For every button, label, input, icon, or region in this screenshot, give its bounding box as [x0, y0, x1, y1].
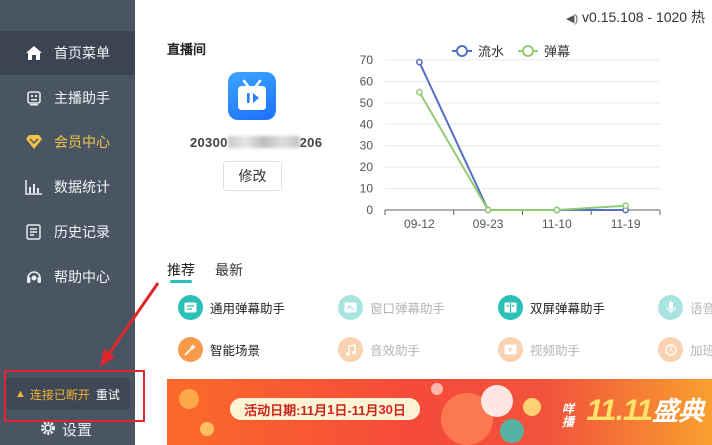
tab-latest[interactable]: 最新	[215, 260, 243, 280]
legend-swatch-marker	[456, 45, 468, 57]
highlight-box	[4, 370, 145, 422]
voice-icon	[658, 295, 683, 320]
series-line	[418, 91, 626, 211]
banner-brand-big: 11.11	[586, 394, 653, 427]
banner-brand-small: 咩播	[562, 401, 575, 429]
robot-icon	[24, 88, 44, 108]
speaker-icon: ◀)	[566, 13, 579, 25]
headset-icon	[24, 267, 44, 287]
sidebar-item-home[interactable]: 首页菜单	[0, 31, 135, 75]
gear-icon	[40, 420, 56, 440]
app-logo	[228, 72, 276, 120]
tool-label: 双屏弹幕助手	[530, 302, 606, 316]
x-tick-label: 11-19	[611, 217, 641, 231]
legend-label: 弹幕	[544, 44, 570, 59]
tool-general-danmaku[interactable]: 通用弹幕助手	[178, 295, 285, 320]
data-point	[484, 206, 492, 214]
banner-date-mid: 日-11月	[334, 402, 379, 418]
tool-label: 音效助手	[370, 344, 421, 358]
banner-date-start: 1	[327, 401, 335, 417]
x-tick-label: 09-12	[404, 217, 435, 231]
tab-active-indicator	[170, 280, 192, 283]
banner-date-suffix: 日	[392, 402, 406, 418]
banner-date-end: 30	[378, 401, 393, 417]
revenue-danmaku-chart: 0 10 20 30 40 50 60 70 09-12 09-23 11-10 11-19 流水 弹幕	[360, 44, 661, 231]
legend-label: 流水	[478, 44, 504, 59]
sidebar-item-label: 历史记录	[54, 224, 110, 240]
sidebar-item-label: 主播助手	[54, 90, 110, 106]
sidebar-item-label: 数据统计	[54, 179, 110, 195]
tool-window-danmaku[interactable]: 窗口弹幕助手	[338, 295, 445, 320]
sidebar-item-label: 帮助中心	[54, 269, 110, 285]
tool-smart-scene[interactable]: 智能场景	[178, 337, 260, 362]
x-tick-label: 11-10	[542, 217, 572, 231]
series-line	[418, 61, 626, 211]
tool-label: 加班	[690, 344, 712, 358]
banner-date: 活动日期:11月 1 日-11月 30 日	[230, 398, 420, 420]
tool-label: 窗口弹幕助手	[370, 302, 446, 316]
sidebar-item-label: 会员中心	[54, 134, 110, 150]
settings-button[interactable]: 设置	[40, 419, 92, 440]
tool-label: 视频助手	[530, 344, 581, 358]
x-tick-label: 09-23	[473, 217, 504, 231]
banner-brand-cn: 盛典	[652, 396, 705, 426]
history-icon	[24, 222, 44, 242]
sidebar-item-vip[interactable]: 会员中心	[0, 120, 135, 164]
banner-brand: 咩播 11.11盛典	[562, 391, 704, 429]
bar-chart-icon	[24, 177, 44, 197]
music-icon	[338, 337, 363, 362]
redacted-mask	[227, 136, 300, 148]
room-id: 20300 206	[190, 135, 322, 150]
version-text: v0.15.108 - 1020 热	[582, 9, 705, 25]
data-point	[416, 88, 423, 96]
sidebar-item-label: 首页菜单	[54, 45, 110, 61]
sidebar-item-anchor-assistant[interactable]: 主播助手	[0, 76, 135, 120]
room-title: 直播间	[167, 42, 207, 57]
tool-video[interactable]: 视频助手	[498, 337, 580, 362]
dual-screen-icon	[498, 295, 523, 320]
data-point	[416, 58, 423, 66]
tool-dual-screen[interactable]: 双屏弹幕助手	[498, 295, 605, 320]
tool-label: 通用弹幕助手	[210, 302, 286, 316]
tab-recommend[interactable]: 推荐	[167, 260, 195, 280]
room-id-suffix: 206	[299, 135, 323, 150]
sidebar-item-history[interactable]: 历史记录	[0, 210, 135, 254]
y-tick-label: 70	[360, 53, 374, 67]
magic-wand-icon	[178, 337, 203, 362]
y-tick-label: 50	[360, 96, 374, 110]
video-icon	[498, 337, 523, 362]
clock-icon	[658, 337, 683, 362]
home-icon	[24, 43, 44, 63]
data-point	[622, 202, 629, 210]
y-tick-label: 40	[360, 117, 374, 131]
tool-sound-effect[interactable]: 音效助手	[338, 337, 420, 362]
data-point	[553, 206, 561, 214]
sidebar-item-help[interactable]: 帮助中心	[0, 255, 135, 299]
settings-label: 设置	[62, 422, 93, 439]
diamond-icon	[24, 132, 44, 152]
y-tick-label: 0	[366, 203, 373, 217]
window-icon	[338, 295, 363, 320]
y-tick-label: 20	[360, 160, 374, 174]
tool-label: 智能场景	[210, 344, 261, 358]
y-tick-label: 30	[360, 139, 374, 153]
tool-overtime[interactable]: 加班	[658, 337, 712, 362]
tool-voice[interactable]: 语音	[658, 295, 712, 320]
message-icon	[178, 295, 203, 320]
promo-banner[interactable]: 活动日期:11月 1 日-11月 30 日 咩播 11.11盛典	[167, 379, 712, 445]
edit-button[interactable]: 修改	[223, 161, 282, 191]
sidebar-item-stats[interactable]: 数据统计	[0, 165, 135, 209]
legend-swatch-marker	[522, 45, 534, 57]
room-id-prefix: 20300	[190, 135, 228, 150]
banner-date-prefix: 活动日期:11月	[244, 402, 328, 418]
tool-label: 语音	[690, 302, 712, 316]
y-tick-label: 10	[360, 182, 374, 196]
version-info: ◀) v0.15.108 - 1020 热	[566, 7, 705, 27]
y-tick-label: 60	[360, 74, 374, 88]
